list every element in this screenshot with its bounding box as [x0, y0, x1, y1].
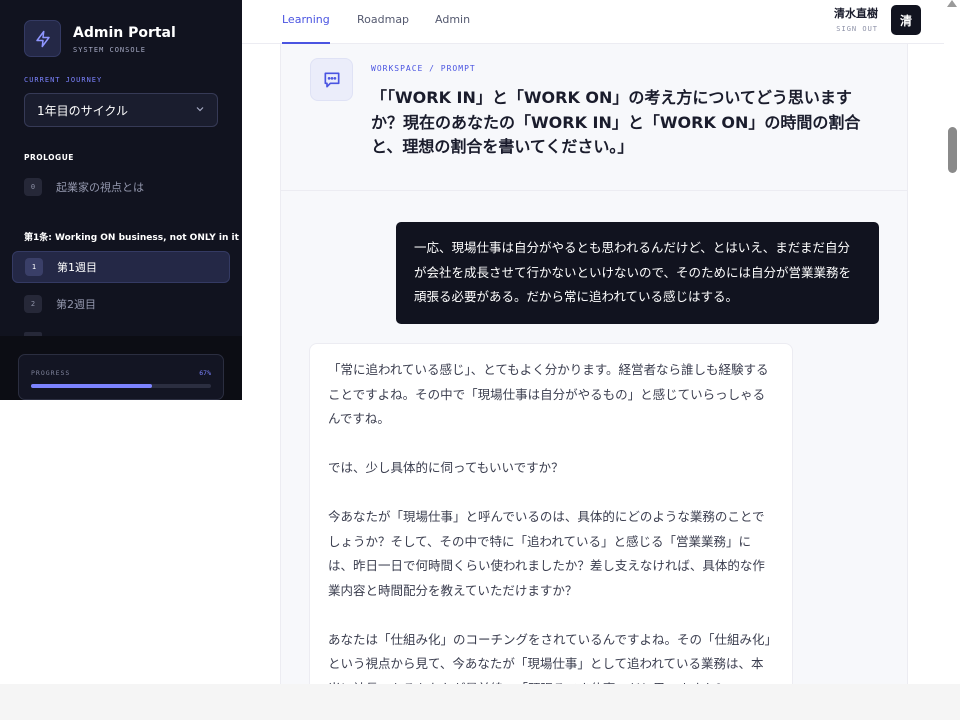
chat-bubble-icon: [310, 58, 353, 101]
journey-label: CURRENT JOURNEY: [24, 76, 103, 84]
tab-roadmap[interactable]: Roadmap: [357, 0, 409, 44]
workspace: WORKSPACE / PROMPT 「「WORK IN」と「WORK ON」の…: [280, 44, 908, 684]
prompt-header: WORKSPACE / PROMPT 「「WORK IN」と「WORK ON」の…: [281, 44, 907, 191]
assistant-paragraph: 「常に追われている感じ」、とてもよく分かります。経営者なら誰しも経験することです…: [328, 362, 769, 426]
tab-label: Admin: [435, 13, 471, 26]
sidebar-item-number: 0: [24, 178, 42, 196]
progress-percent: 67%: [199, 369, 211, 377]
brand-title: Admin Portal: [73, 25, 176, 41]
prompt-kicker: WORKSPACE / PROMPT: [371, 64, 476, 73]
prologue-section-label: PROLOGUE: [24, 153, 74, 162]
progress-fill: [31, 384, 152, 388]
tab-label: Roadmap: [357, 13, 410, 26]
progress-track: [31, 384, 211, 388]
bottom-strip: [0, 684, 960, 720]
journey-selected-value: 1年目のサイクル: [37, 103, 129, 118]
top-nav: Learning Roadmap Admin 清水直樹 SIGN OUT 清: [242, 0, 960, 44]
brand-subtitle: SYSTEM CONSOLE: [73, 46, 147, 54]
sidebar-item-label: 起業家の視点とは: [56, 181, 144, 194]
sidebar-item-week-1[interactable]: 1 第1週目: [12, 251, 230, 283]
tab-admin[interactable]: Admin: [435, 0, 470, 44]
scrollbar[interactable]: [944, 0, 960, 684]
progress-panel: PROGRESS 67%: [0, 336, 242, 400]
sidebar-item-number: 1: [25, 258, 43, 276]
journey-select[interactable]: 1年目のサイクル: [24, 93, 218, 127]
chevron-down-icon: [195, 103, 205, 117]
sidebar-item-prologue[interactable]: 0 起業家の視点とは: [12, 171, 230, 203]
sign-out-link[interactable]: SIGN OUT: [836, 25, 878, 33]
progress-label: PROGRESS: [31, 369, 71, 377]
assistant-paragraph: では、少し具体的に伺ってもいいですか？: [328, 460, 564, 475]
sidebar-item-week-2[interactable]: 2 第2週目: [12, 288, 230, 320]
brand[interactable]: Admin Portal SYSTEM CONSOLE: [24, 20, 176, 57]
sidebar-item-label: 第2週目: [56, 298, 96, 311]
user-message: 一応、現場仕事は自分がやるとも思われるんだけど、とはいえ、まだまだ自分が会社を成…: [396, 222, 879, 324]
progress-card: PROGRESS 67%: [18, 354, 224, 400]
tab-label: Learning: [282, 13, 330, 26]
assistant-message: 「常に追われている感じ」、とてもよく分かります。経営者なら誰しも経験することです…: [309, 343, 793, 684]
sidebar-item-number: 2: [24, 295, 42, 313]
tab-learning[interactable]: Learning: [282, 0, 330, 44]
assistant-paragraph: あなたは「仕組み化」のコーチングをされているんですよね。その「仕組み化」という視…: [328, 631, 771, 685]
scroll-up-arrow-icon[interactable]: [947, 0, 957, 7]
sidebar-item-label: 第1週目: [57, 261, 97, 274]
assistant-paragraph: 今あなたが「現場仕事」と呼んでいるのは、具体的にどのような業務のことでしょうか？…: [328, 509, 765, 598]
lightning-icon: [24, 20, 61, 57]
user-name: 清水直樹: [834, 7, 878, 20]
avatar[interactable]: 清: [891, 5, 921, 35]
scrollbar-thumb[interactable]: [948, 127, 957, 173]
chapter-section-label: 第1条: Working ON business, not ONLY in it: [24, 233, 239, 243]
prompt-title: 「「WORK IN」と「WORK ON」の考え方についてどう思いますか？現在のあ…: [371, 88, 861, 156]
sidebar: Admin Portal SYSTEM CONSOLE CURRENT JOUR…: [0, 0, 242, 400]
